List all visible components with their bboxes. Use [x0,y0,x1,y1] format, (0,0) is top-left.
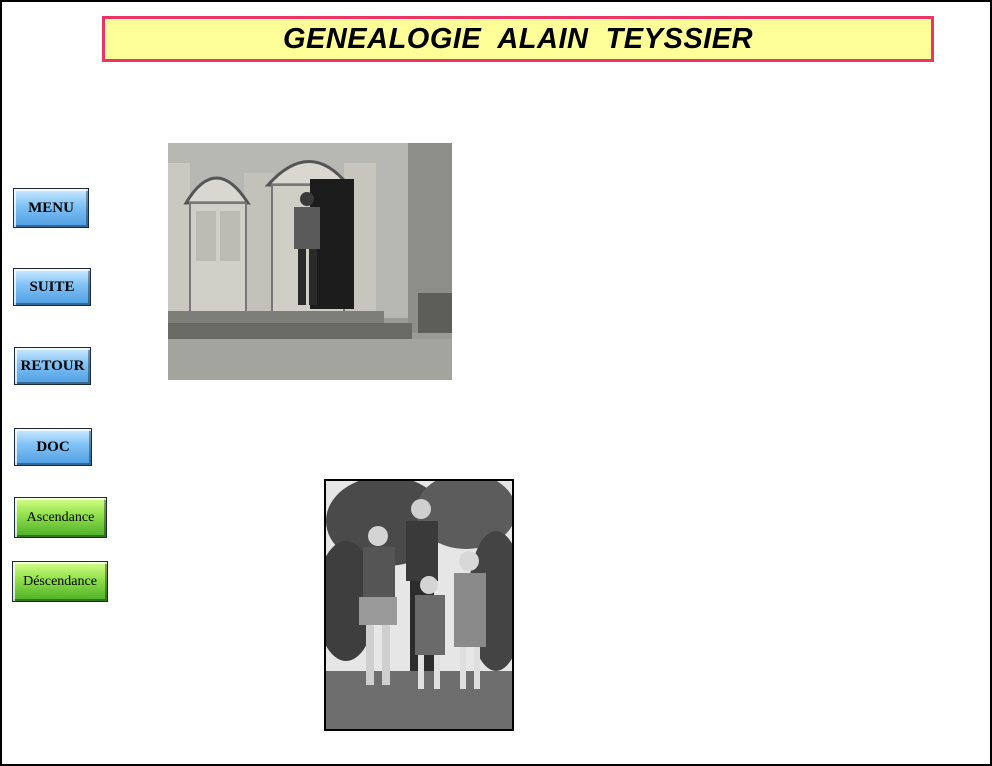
page-title: GENEALOGIE ALAIN TEYSSIER [282,22,754,55]
retour-button[interactable]: RETOUR [14,347,91,385]
ascendance-button[interactable]: Ascendance [14,497,107,538]
doc-button[interactable]: DOC [14,428,92,466]
children-photo-image [326,481,512,729]
doorway-photo-image [168,143,452,380]
children-photo[interactable] [324,479,514,731]
title-banner: GENEALOGIE ALAIN TEYSSIER [102,16,934,62]
suite-button[interactable]: SUITE [13,268,91,306]
menu-button[interactable]: MENU [13,188,89,228]
descendance-button[interactable]: Déscendance [12,561,108,602]
doorway-photo[interactable] [168,143,452,380]
